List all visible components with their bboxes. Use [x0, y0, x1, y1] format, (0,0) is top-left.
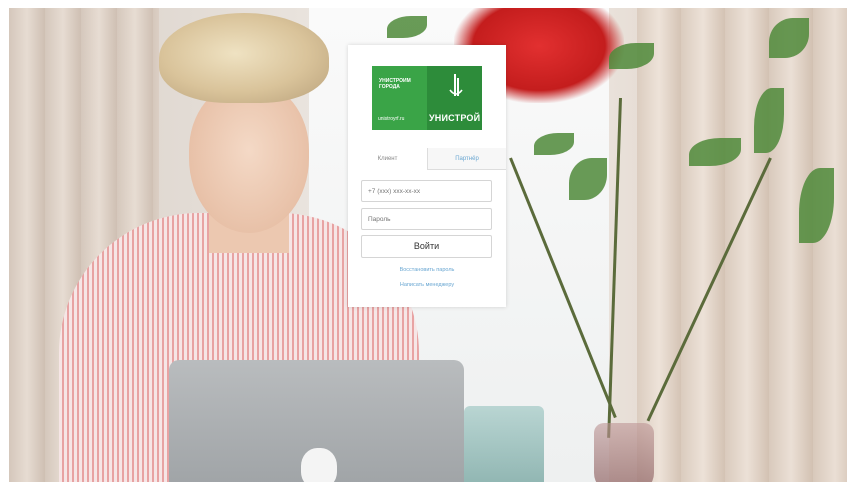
vase [594, 423, 654, 482]
login-card: УНИСТРОИМ ГОРОДА unistroyrf.ru УНИСТРОЙ … [348, 45, 506, 307]
tab-partner[interactable]: Партнёр [427, 148, 506, 170]
logo-right-panel: УНИСТРОЙ [427, 66, 482, 130]
person-face [189, 83, 309, 233]
glass [464, 406, 544, 482]
company-logo: УНИСТРОИМ ГОРОДА unistroyrf.ru УНИСТРОЙ [372, 66, 482, 130]
logo-brand: УНИСТРОЙ [429, 113, 481, 123]
person-hair [159, 13, 329, 103]
phone-input[interactable] [361, 180, 492, 202]
stem [607, 97, 622, 438]
building-icon [449, 74, 463, 96]
curtain-right [637, 8, 847, 482]
logo-left-panel: УНИСТРОИМ ГОРОДА unistroyrf.ru [372, 66, 427, 130]
apple-logo [301, 448, 337, 482]
restore-password-link[interactable]: Восстановить пароль [348, 267, 506, 273]
tab-client[interactable]: Клиент [348, 148, 427, 170]
logo-url: unistroyrf.ru [378, 116, 405, 122]
contact-manager-link[interactable]: Написать менеджеру [348, 282, 506, 288]
login-tabs: Клиент Партнёр [348, 148, 506, 170]
logo-line2: ГОРОДА [379, 84, 400, 90]
password-input[interactable] [361, 208, 492, 230]
login-button[interactable]: Войти [361, 235, 492, 258]
